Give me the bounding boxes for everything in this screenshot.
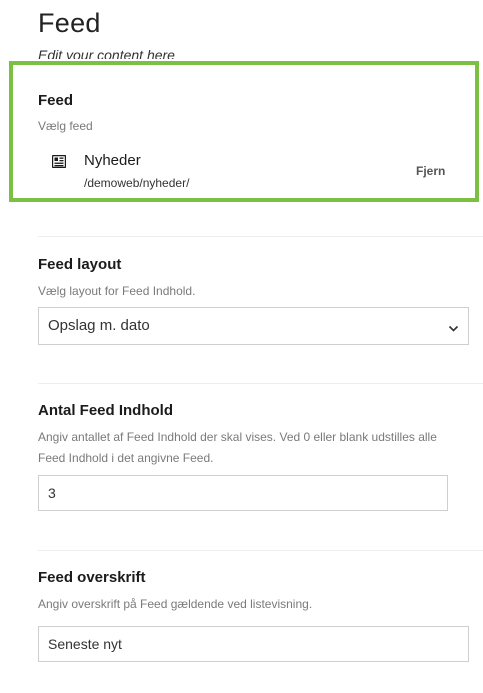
newspaper-icon xyxy=(51,154,67,169)
selected-feed-name: Nyheder xyxy=(84,152,141,169)
page-title: Feed xyxy=(38,8,101,38)
feed-heading-description: Angiv overskrift på Feed gældende ved li… xyxy=(38,597,313,611)
feed-layout-select[interactable]: Opslag m. dato xyxy=(38,307,469,345)
feed-heading-input[interactable] xyxy=(38,626,469,662)
section-divider xyxy=(38,550,483,551)
feed-property-description: Vælg feed xyxy=(38,119,93,133)
section-divider xyxy=(38,383,483,384)
feed-count-input[interactable] xyxy=(38,475,448,511)
remove-feed-button[interactable]: Fjern xyxy=(416,164,445,178)
selected-feed-item[interactable]: Nyheder /demoweb/nyheder/ xyxy=(48,152,478,192)
page-subtitle: Edit your content here xyxy=(38,47,175,59)
feed-heading-label: Feed overskrift xyxy=(38,569,146,586)
feed-layout-selected-value: Opslag m. dato xyxy=(48,317,150,334)
selected-feed-path: /demoweb/nyheder/ xyxy=(84,176,190,190)
feed-layout-description: Vælg layout for Feed Indhold. xyxy=(38,284,196,298)
feed-count-label: Antal Feed Indhold xyxy=(38,402,173,419)
feed-count-description: Angiv antallet af Feed Indhold der skal … xyxy=(38,430,437,444)
feed-layout-label: Feed layout xyxy=(38,256,122,273)
chevron-down-icon xyxy=(448,321,459,332)
feed-count-description: Feed Indhold i det angivne Feed. xyxy=(38,451,214,465)
section-divider xyxy=(38,236,483,237)
feed-property-label: Feed xyxy=(38,92,74,109)
